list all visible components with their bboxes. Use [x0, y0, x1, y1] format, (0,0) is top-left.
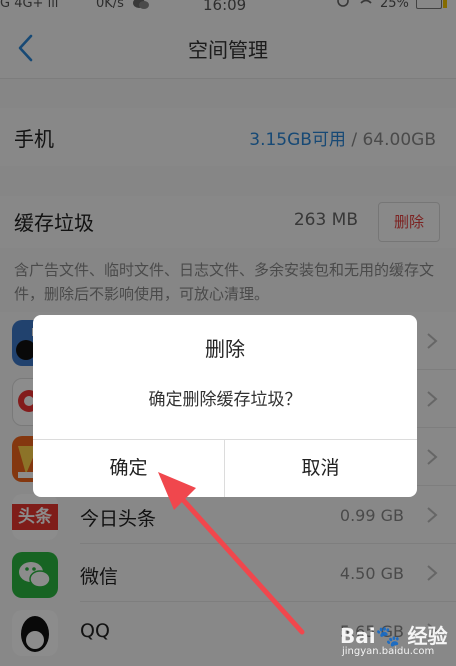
watermark-text: Bai🐾 经验: [340, 624, 448, 648]
space-management-page: G 4G+ ıll 0K/s 16:09 25% 空间管理 手机 3.15GB可…: [0, 0, 456, 666]
dialog-message: 确定删除缓存垃圾？: [148, 390, 302, 410]
baidu-jingyan-watermark: Bai🐾 经验 jingyan.baidu.com: [336, 618, 456, 666]
cancel-button[interactable]: 取消: [225, 440, 416, 497]
dialog-title: 删除: [205, 337, 245, 361]
watermark-url: jingyan.baidu.com: [342, 646, 435, 657]
confirm-button[interactable]: 确定: [33, 440, 224, 497]
delete-confirm-dialog: 删除 确定删除缓存垃圾？ 确定 取消: [33, 315, 417, 497]
